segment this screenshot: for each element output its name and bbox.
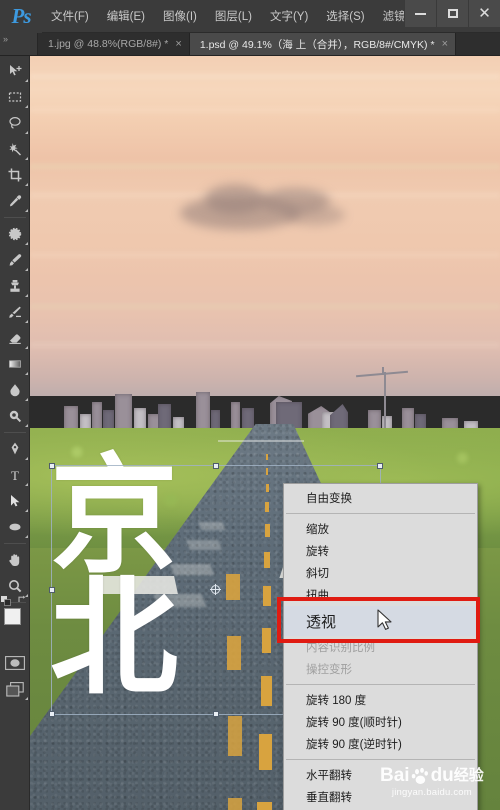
menu-image[interactable]: 图像(I) — [154, 0, 206, 33]
cloud — [285, 204, 345, 226]
svg-text:T: T — [11, 468, 19, 483]
pen-tool-icon[interactable] — [0, 436, 30, 462]
tab-close-icon[interactable]: × — [442, 38, 448, 50]
center-line-dash — [262, 628, 271, 653]
menu-bar: Ps 文件(F) 编辑(E) 图像(I) 图层(L) 文字(Y) 选择(S) 滤… — [0, 0, 500, 33]
ctx-scale[interactable]: 缩放 — [284, 518, 477, 540]
blur-tool-icon[interactable] — [0, 377, 30, 403]
close-icon: ✕ — [478, 5, 491, 22]
eyedropper-tool-icon[interactable] — [0, 188, 30, 214]
eraser-tool-icon[interactable] — [0, 325, 30, 351]
center-line-dash — [265, 524, 270, 537]
spot-healing-brush-tool-icon[interactable] — [0, 221, 30, 247]
sky-streak — [30, 164, 500, 169]
sky-streak — [30, 252, 500, 258]
photoshop-window: Ps 文件(F) 编辑(E) 图像(I) 图层(L) 文字(Y) 选择(S) 滤… — [0, 0, 500, 810]
quick-mask-mode-icon[interactable] — [0, 650, 30, 676]
tab-1-psd[interactable]: 1.psd @ 49.1%（海 上（合并），RGB/8#/CMYK) * × — [189, 33, 456, 55]
hand-tool-icon[interactable] — [0, 547, 30, 573]
menu-select[interactable]: 选择(S) — [317, 0, 373, 33]
default-colors-icon[interactable] — [1, 593, 11, 606]
ctx-puppet-warp: 操控变形 — [306, 664, 352, 676]
center-line-dash — [261, 676, 272, 706]
dodge-tool-icon[interactable] — [0, 403, 30, 429]
ctx-flip-horizontal[interactable]: 水平翻转 — [284, 764, 477, 786]
toolbar-divider — [3, 217, 26, 218]
menu-file[interactable]: 文件(F) — [42, 0, 98, 33]
transform-context-menu[interactable]: 自由变换 缩放 旋转 斜切 扭曲 透视 内容识别比例 操控变形 旋转 180 度… — [283, 483, 478, 810]
panel-expand-handle[interactable] — [0, 33, 38, 55]
crane-top — [382, 367, 384, 375]
center-line-dash — [263, 586, 271, 606]
minimize-button[interactable] — [404, 0, 436, 27]
ctx-distort[interactable]: 扭曲 — [284, 584, 477, 606]
ctx-flip-vertical[interactable]: 垂直翻转 — [284, 786, 477, 808]
crane-mast — [384, 372, 386, 432]
tools-panel: T — [0, 56, 30, 810]
sky-streak — [30, 74, 500, 79]
sky-streak — [30, 342, 500, 348]
center-line-dash — [266, 468, 268, 475]
text-char-2: 北 — [50, 564, 179, 713]
tab-1-jpg[interactable]: 1.jpg @ 48.8%(RGB/8#) * × — [38, 33, 190, 55]
tab-close-icon[interactable]: × — [175, 38, 181, 50]
context-menu-separator — [286, 684, 475, 685]
menu-layer[interactable]: 图层(L) — [206, 0, 261, 33]
move-tool-icon[interactable] — [0, 58, 30, 84]
center-line-dash — [265, 502, 269, 512]
text-layer-content[interactable]: 京 北 — [50, 442, 240, 713]
ctx-rotate[interactable]: 旋转 — [284, 540, 477, 562]
ctx-rotate-90-cw[interactable]: 旋转 90 度(顺时针) — [284, 711, 477, 733]
clone-stamp-tool-icon[interactable] — [0, 273, 30, 299]
ctx-content-aware-scale: 内容识别比例 — [306, 642, 375, 654]
center-line-dash — [266, 484, 269, 492]
ctx-perspective[interactable]: 透视 — [284, 606, 477, 636]
road-edge-line — [218, 440, 304, 442]
ellipse-tool-icon[interactable] — [0, 514, 30, 540]
toolbar-divider — [3, 432, 26, 433]
road-paint-yellow — [228, 716, 242, 756]
sky-streak — [30, 304, 500, 309]
center-line-dash — [257, 802, 272, 810]
screen-mode-icon[interactable] — [0, 676, 30, 702]
minimize-icon — [415, 12, 426, 15]
rectangular-marquee-tool-icon[interactable] — [0, 84, 30, 110]
menu-edit[interactable]: 编辑(E) — [98, 0, 154, 33]
window-controls: ✕ — [404, 0, 500, 27]
path-selection-tool-icon[interactable] — [0, 488, 30, 514]
swap-colors-icon[interactable] — [17, 594, 28, 607]
context-menu-separator — [286, 759, 475, 760]
crop-tool-icon[interactable] — [0, 162, 30, 188]
photoshop-logo: Ps — [0, 0, 42, 33]
lasso-tool-icon[interactable] — [0, 110, 30, 136]
horizontal-type-tool-icon[interactable]: T — [0, 462, 30, 488]
menu-type[interactable]: 文字(Y) — [261, 0, 317, 33]
brush-tool-icon[interactable] — [0, 247, 30, 273]
close-button[interactable]: ✕ — [468, 0, 500, 27]
text-char-1: 京 — [50, 442, 179, 591]
ctx-rotate-90-ccw[interactable]: 旋转 90 度(逆时针) — [284, 733, 477, 755]
road-paint-yellow — [228, 798, 242, 810]
center-line-dash — [264, 552, 270, 568]
center-line-dash — [259, 734, 272, 770]
maximize-icon — [447, 9, 458, 18]
maximize-button[interactable] — [436, 0, 468, 27]
tab-label: 1.psd @ 49.1%（海 上（合并），RGB/8#/CMYK) * — [199, 38, 435, 51]
tab-label: 1.jpg @ 48.8%(RGB/8#) * — [48, 38, 169, 50]
cloud — [205, 184, 265, 214]
color-swatches[interactable] — [0, 595, 30, 640]
menu-items: 文件(F) 编辑(E) 图像(I) 图层(L) 文字(Y) 选择(S) 滤镜(T… — [42, 0, 445, 33]
ctx-free-transform[interactable]: 自由变换 — [284, 487, 477, 509]
gradient-tool-icon[interactable] — [0, 351, 30, 377]
context-menu-separator — [286, 513, 475, 514]
ctx-rotate-180[interactable]: 旋转 180 度 — [284, 689, 477, 711]
sky-streak — [30, 108, 500, 112]
ctx-skew[interactable]: 斜切 — [284, 562, 477, 584]
center-line-dash — [266, 454, 268, 460]
document-tab-bar: 1.jpg @ 48.8%(RGB/8#) * × 1.psd @ 49.1%（… — [0, 33, 500, 56]
magic-wand-tool-icon[interactable] — [0, 136, 30, 162]
foreground-color-swatch[interactable] — [4, 608, 21, 625]
history-brush-tool-icon[interactable] — [0, 299, 30, 325]
toolbar-divider — [3, 543, 26, 544]
